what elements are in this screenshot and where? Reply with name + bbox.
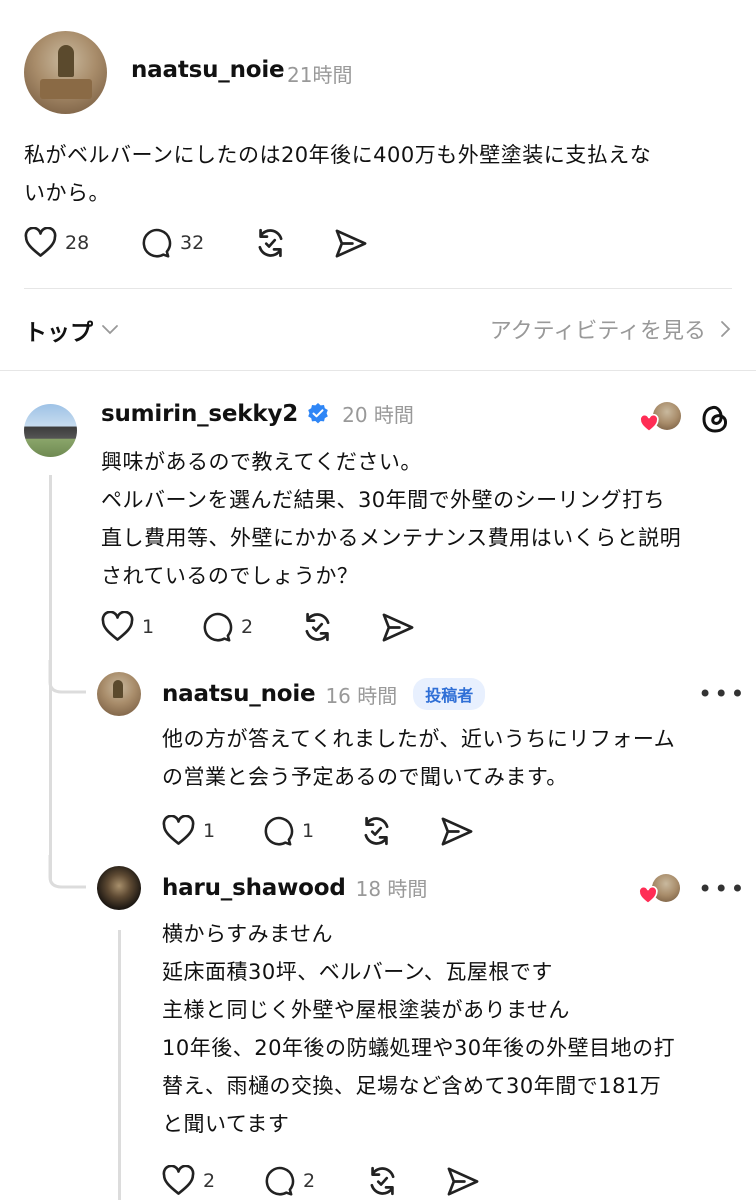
main-post-username[interactable]: naatsu_noie: [131, 57, 285, 83]
heart-icon: [162, 1165, 195, 1195]
reply3-comment-count: 2: [303, 1170, 316, 1192]
reply3-avatar[interactable]: [97, 866, 141, 910]
repost-icon: [370, 1166, 395, 1196]
author-badge: 投稿者: [413, 678, 486, 710]
main-post-text: 私がベルバーンにしたのは20年後に400万も外壁塗装に支払えな いから。: [24, 136, 744, 212]
reply3-time: 18 時間: [355, 877, 428, 901]
reply2-avatar[interactable]: [97, 672, 141, 716]
thread-connector: [48, 855, 86, 889]
reply3-like-button[interactable]: 2: [162, 1165, 215, 1196]
main-like-count: 28: [65, 231, 90, 254]
reply2-like-count: 1: [203, 819, 216, 842]
main-share-button[interactable]: [334, 228, 368, 259]
more-dots-icon[interactable]: •••: [698, 680, 746, 708]
main-post-text-line: いから。: [24, 181, 110, 205]
chevron-down-icon: [102, 325, 118, 335]
reply2-text-line: 他の方が答えてくれましたが、近いうちにリフォーム: [162, 727, 676, 751]
reply1-text-line: されているのでしょうか？: [101, 564, 359, 588]
reply2-text-line: の営業と会う予定あるので聞いてみます。: [162, 765, 568, 789]
reply3-like-count: 2: [203, 1169, 216, 1192]
reply3-header: haru_shawood 18 時間: [162, 873, 427, 902]
reply1-header: sumirin_sekky2 20 時間: [101, 399, 414, 428]
reply1-comment-count: 2: [241, 616, 254, 638]
repost-icon: [364, 816, 389, 846]
reply3-text-line: 10年後、20年後の防蟻処理や30年後の外壁目地の打: [162, 1036, 676, 1060]
more-dots-icon[interactable]: •••: [698, 875, 746, 903]
reply1-like-count: 1: [142, 615, 155, 638]
main-repost-button[interactable]: [253, 226, 288, 260]
reply1-repost-button[interactable]: [300, 610, 335, 644]
repost-icon: [305, 612, 330, 642]
divider: [24, 288, 732, 289]
heart-icon: [24, 227, 57, 257]
reply2-comment-button[interactable]: 1: [261, 815, 314, 847]
reply1-text-line: ペルバーンを選んだ結果、30年間で外壁のシーリング打ち: [101, 488, 666, 512]
reply1-like-button[interactable]: 1: [101, 611, 154, 642]
send-icon: [447, 1167, 479, 1196]
reply3-repost-button[interactable]: [365, 1164, 400, 1198]
comment-bubble-icon: [265, 1166, 295, 1196]
main-post-text-line: 私がベルバーンにしたのは20年後に400万も外壁塗装に支払えな: [24, 143, 652, 167]
reply3-comment-button[interactable]: 2: [262, 1165, 315, 1197]
reply2-repost-button[interactable]: [359, 814, 394, 848]
reply3-text: 横からすみません 延床面積30坪、ベルバーン、瓦屋根です 主様と同じく外壁や屋根…: [162, 915, 742, 1143]
reply2-header: naatsu_noie 16 時間 投稿者: [162, 678, 486, 710]
reply1-username[interactable]: sumirin_sekky2: [101, 401, 298, 427]
comment-bubble-icon: [203, 612, 233, 642]
main-comment-count: 32: [180, 232, 205, 254]
reply1-comment-button[interactable]: 2: [200, 611, 253, 643]
verified-badge-icon: [308, 402, 328, 423]
threads-logo-icon[interactable]: [699, 402, 731, 436]
reply1-text: 興味があるので教えてください。 ペルバーンを選んだ結果、30年間で外壁のシーリン…: [101, 443, 741, 595]
reply1-text-line: 興味があるので教えてください。: [101, 450, 422, 474]
main-post-time: 21時間: [287, 63, 353, 87]
main-like-button[interactable]: 28: [24, 227, 89, 258]
reply2-time: 16 時間: [325, 683, 398, 708]
reply2-share-button[interactable]: [440, 816, 474, 847]
repost-icon: [258, 228, 283, 258]
heart-icon: [639, 414, 659, 433]
reply3-text-line: 替え、雨樋の交換、足場など含めて30年間で181万: [162, 1074, 662, 1098]
main-comment-button[interactable]: 32: [139, 227, 204, 259]
liked-by-author-indicator: [637, 400, 685, 436]
reply3-username[interactable]: haru_shawood: [162, 875, 346, 901]
thread-connector: [48, 660, 86, 694]
view-activity-label: アクティビティを見る: [489, 319, 706, 344]
reply1-time: 20 時間: [342, 403, 414, 427]
reply2-comment-count: 1: [302, 820, 315, 842]
reply3-text-line: 横からすみません: [162, 922, 333, 946]
reply3-share-button[interactable]: [446, 1166, 480, 1197]
send-icon: [382, 613, 414, 642]
thread-line: [118, 930, 121, 1200]
reply3-text-line: 延床面積30坪、ベルバーン、瓦屋根です: [162, 960, 553, 984]
heart-icon: [101, 611, 134, 641]
reply3-text-line: 主様と同じく外壁や屋根塗装がありません: [162, 998, 570, 1022]
reply2-text: 他の方が答えてくれましたが、近いうちにリフォーム の営業と会う予定あるので聞いて…: [162, 720, 742, 796]
comment-bubble-icon: [142, 228, 172, 258]
main-post-avatar[interactable]: [24, 31, 107, 114]
view-activity-link[interactable]: アクティビティを見る: [490, 313, 732, 345]
heart-icon: [162, 815, 195, 845]
divider: [0, 370, 756, 371]
reply1-avatar[interactable]: [24, 404, 77, 457]
reply1-share-button[interactable]: [381, 612, 415, 643]
comment-bubble-icon: [264, 816, 294, 846]
sort-label: トップ: [24, 320, 93, 346]
heart-icon: [638, 886, 658, 905]
send-icon: [335, 229, 367, 258]
reply2-username[interactable]: naatsu_noie: [162, 681, 316, 707]
liked-by-author-indicator: [636, 872, 684, 908]
reply2-like-button[interactable]: 1: [162, 815, 215, 846]
reply3-text-line: と聞いてます: [162, 1112, 290, 1136]
send-icon: [441, 817, 473, 846]
sort-dropdown[interactable]: トップ: [24, 313, 119, 347]
reply1-text-line: 直し費用等、外壁にかかるメンテナンス費用はいくらと説明: [101, 526, 682, 550]
chevron-right-icon: [721, 321, 731, 337]
